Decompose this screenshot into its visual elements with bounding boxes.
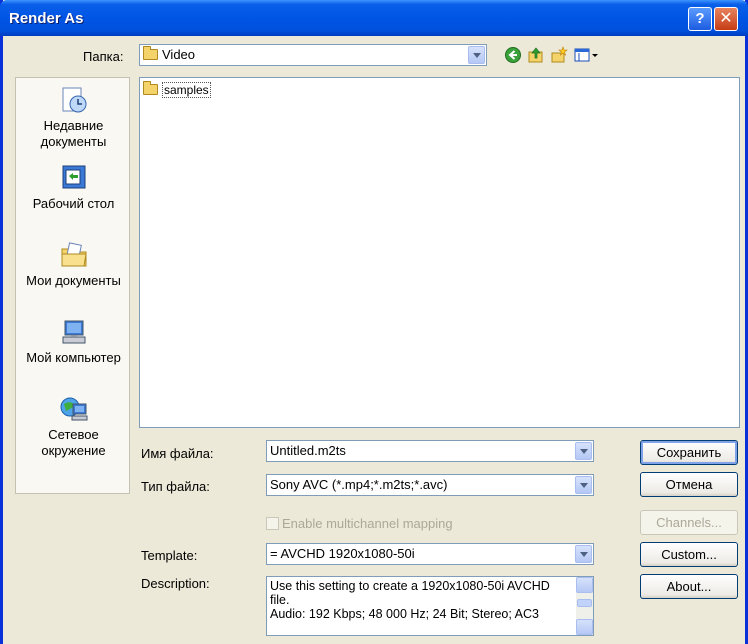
render-as-dialog: Render As ? ✕ Папка: Video Недавние доку… xyxy=(0,0,748,644)
multichannel-label: Enable multichannel mapping xyxy=(282,516,453,531)
chevron-down-icon[interactable] xyxy=(575,545,592,563)
folder-label: Папка: xyxy=(83,49,124,64)
place-recent-documents[interactable]: Недавние документы xyxy=(16,86,131,150)
file-name: samples xyxy=(162,82,211,98)
place-desktop[interactable]: Рабочий стол xyxy=(16,164,131,212)
new-folder-icon[interactable] xyxy=(550,46,568,64)
template-dropdown[interactable]: = AVCHD 1920x1080-50i xyxy=(266,543,594,565)
folder-dropdown[interactable]: Video xyxy=(139,44,487,66)
help-icon[interactable]: ? xyxy=(688,7,712,31)
scroll-thumb[interactable] xyxy=(577,599,592,607)
close-icon[interactable]: ✕ xyxy=(714,7,738,31)
file-list[interactable]: samples xyxy=(139,77,740,428)
custom-button[interactable]: Custom... xyxy=(640,542,738,567)
filetype-value: Sony AVC (*.mp4;*.m2ts;*.avc) xyxy=(270,477,448,492)
folder-value: Video xyxy=(162,47,196,62)
chevron-down-icon[interactable] xyxy=(575,476,592,494)
scroll-up-icon[interactable] xyxy=(576,577,593,593)
view-menu-icon[interactable] xyxy=(574,46,600,64)
cancel-button[interactable]: Отмена xyxy=(640,472,738,497)
multichannel-checkbox[interactable]: Enable multichannel mapping xyxy=(266,516,453,531)
filename-label: Имя файла: xyxy=(141,446,214,461)
filetype-label: Тип файла: xyxy=(141,479,210,494)
list-item[interactable]: samples xyxy=(143,81,211,98)
description-label: Description: xyxy=(141,576,210,591)
up-folder-icon[interactable] xyxy=(527,46,545,64)
channels-button[interactable]: Channels... xyxy=(640,510,738,535)
title-bar[interactable]: Render As ? ✕ xyxy=(0,0,748,36)
description-textbox[interactable]: Use this setting to create a 1920x1080-5… xyxy=(266,576,594,636)
description-scrollbar[interactable] xyxy=(576,577,593,635)
about-button[interactable]: About... xyxy=(640,574,738,599)
place-my-documents[interactable]: Мои документы xyxy=(16,241,131,289)
filename-input[interactable]: Untitled.m2ts xyxy=(266,440,594,462)
my-computer-icon xyxy=(62,320,85,344)
filename-value: Untitled.m2ts xyxy=(270,443,346,458)
scroll-down-icon[interactable] xyxy=(576,619,593,635)
folder-icon xyxy=(143,46,158,60)
template-label: Template: xyxy=(141,548,198,563)
desktop-icon xyxy=(62,165,85,189)
my-documents-icon xyxy=(61,242,87,267)
place-network[interactable]: Сетевое окружение xyxy=(16,395,131,459)
checkbox-box[interactable] xyxy=(266,517,279,530)
place-my-computer[interactable]: Мой компьютер xyxy=(16,318,131,366)
back-icon[interactable] xyxy=(504,46,522,64)
chevron-down-icon[interactable] xyxy=(468,46,485,64)
folder-icon xyxy=(143,81,158,95)
save-button[interactable]: Сохранить xyxy=(640,440,738,465)
template-value: = AVCHD 1920x1080-50i xyxy=(270,546,415,561)
recent-documents-icon xyxy=(62,87,86,113)
window-title: Render As xyxy=(9,10,84,27)
filetype-dropdown[interactable]: Sony AVC (*.mp4;*.m2ts;*.avc) xyxy=(266,474,594,496)
chevron-down-icon[interactable] xyxy=(575,442,592,460)
places-bar: Недавние документы Рабочий стол Мои доку… xyxy=(15,77,130,494)
description-text: Use this setting to create a 1920x1080-5… xyxy=(270,579,550,621)
network-icon xyxy=(60,397,87,421)
